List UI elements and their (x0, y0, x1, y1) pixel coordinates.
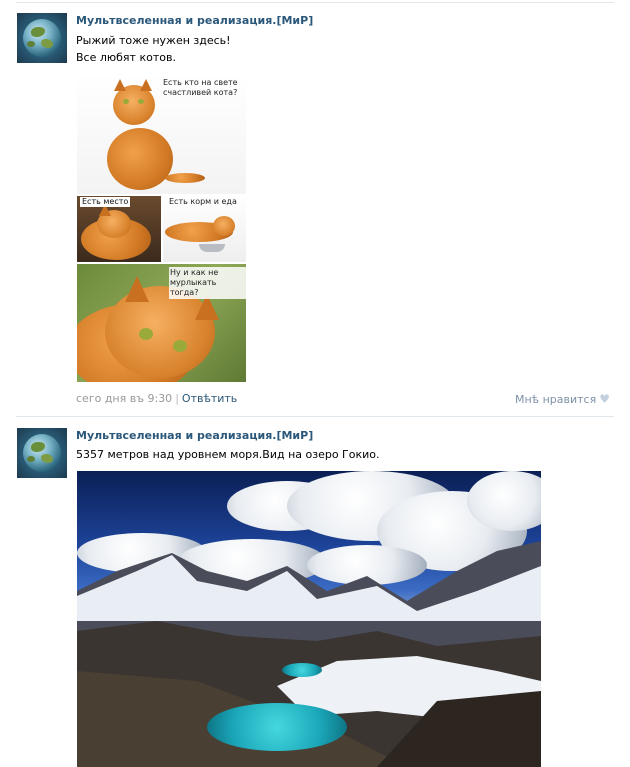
wall-post: Мультвселенная и реализация.[МиР] 5357 м… (0, 0, 630, 767)
globe-avatar-icon (23, 434, 61, 472)
post-image[interactable] (77, 471, 541, 767)
post-text-line: 5357 метров над уровнем моря.Вид на озер… (76, 448, 380, 461)
author-link[interactable]: Мультвселенная и реализация.[МиР] (76, 429, 313, 442)
avatar[interactable] (17, 428, 67, 478)
